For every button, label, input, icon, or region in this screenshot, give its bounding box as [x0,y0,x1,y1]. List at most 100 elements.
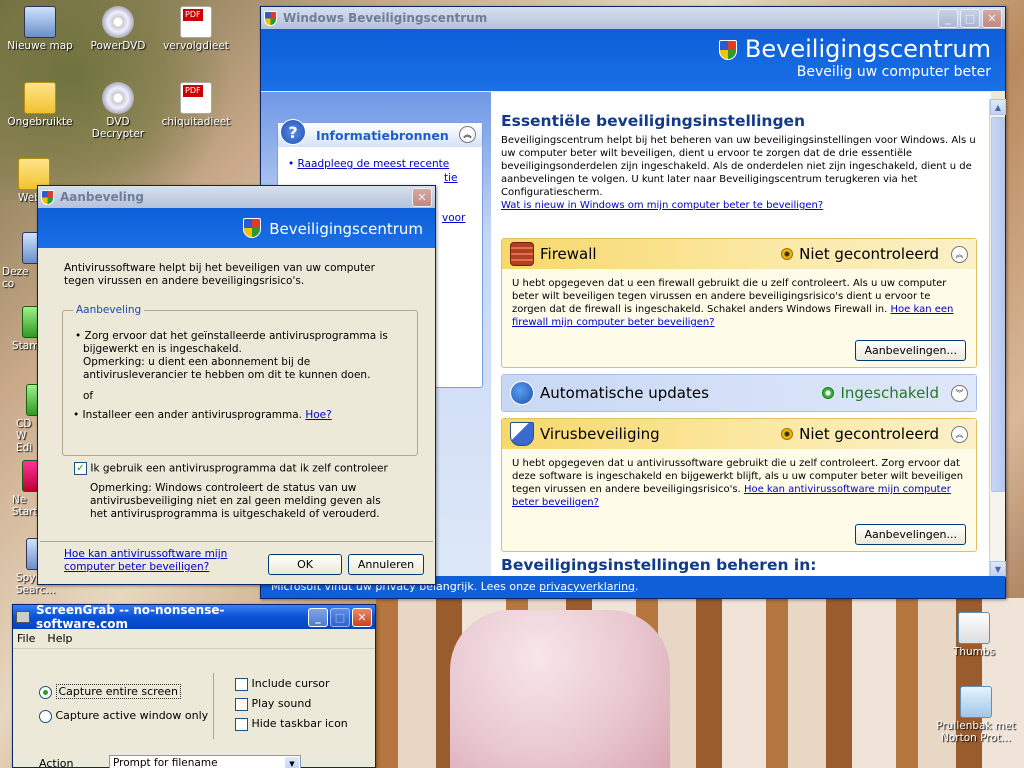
header-subtitle: Beveilig uw computer beter [796,64,991,80]
antivirus-help-link[interactable]: Hoe kan antivirussoftware mijn computer … [64,548,244,574]
desktop-icon-vervolgdieet[interactable]: vervolgdieet [158,6,234,52]
close-button[interactable]: ✕ [352,607,372,627]
chevron-down-icon[interactable]: ▼ [285,757,299,768]
collapse-chevron-icon[interactable]: ︽ [951,425,968,443]
security-shield-icon [718,40,737,60]
main-content: Essentiële beveiligingsinstellingen Beve… [501,92,979,576]
intro-text: Beveiligingscentrum helpt bij het behere… [501,135,976,211]
dvd-disc-icon [102,82,134,114]
desktop-icon-ne-start[interactable]: Ne Start [0,460,40,518]
menu-help[interactable]: Help [47,632,72,645]
close-button[interactable]: ✕ [412,187,432,207]
bullet-update: • Zorg ervoor dat het geïnstalleerde ant… [75,330,388,355]
desktop-icon-powerdvd[interactable]: PowerDVD [80,6,156,52]
note-windows: Opmerking: Windows controleert de status… [90,482,381,520]
cancel-button[interactable]: Annuleren [348,554,424,575]
vertical-scrollbar[interactable]: ▲ ▼ [989,99,1006,577]
menubar: File Help [13,629,375,649]
dvd-player-icon [102,6,134,38]
main-title: Essentiële beveiligingsinstellingen [501,112,806,130]
desktop-icon-nieuwe-map[interactable]: Nieuwe map [2,6,78,52]
screengrab-window: ScreenGrab -- no-nonsense-software.com _… [12,603,376,768]
firewall-status: Niet gecontroleerd [781,245,939,263]
security-shield-icon [41,189,54,205]
maximize-button[interactable]: □ [330,607,350,627]
play-sound-checkbox[interactable]: Play sound [235,697,311,711]
manage-settings-title: Beveiligingsinstellingen beheren in: [501,556,817,574]
menu-file[interactable]: File [17,632,35,645]
capture-entire-radio[interactable]: Capture entire screen [39,684,181,699]
capture-window-radio[interactable]: Capture active window only [39,709,208,723]
security-center-titlebar[interactable]: Windows Beveiligingscentrum _ □ ✕ [261,7,1005,29]
header-title: Beveiligingscentrum [261,35,991,63]
hide-taskbar-checkbox[interactable]: Hide taskbar icon [235,717,348,731]
bullet-install: • Installeer een ander antivirusprogramm… [73,409,332,421]
minimize-button[interactable]: _ [938,8,958,28]
checkbox-unchecked-icon[interactable] [235,717,248,731]
firewall-header[interactable]: Firewall Niet gecontroleerd ︽ [502,239,976,269]
scroll-thumb[interactable] [991,117,1005,492]
photo-folder-icon [24,6,56,38]
screengrab-app-icon [16,611,30,623]
pdf-file-icon [180,6,212,38]
ok-button[interactable]: OK [268,554,342,575]
how-link[interactable]: Hoe? [305,409,331,421]
virus-panel: Virusbeveiliging Niet gecontroleerd ︽ U … [501,418,977,552]
pdf-file-icon [180,82,212,114]
checkbox-checked-icon[interactable]: ✓ [74,462,87,475]
radio-unselected-icon[interactable] [39,709,52,723]
maximize-button[interactable]: □ [960,8,980,28]
checkbox-unchecked-icon[interactable] [235,677,248,691]
desktop-icon-spyl[interactable]: Spyl Searc... [0,538,55,596]
folder-icon [24,82,56,114]
security-center-header: Beveiligingscentrum Beveilig uw computer… [261,29,1005,91]
wallpaper-baby [450,610,670,768]
status-ok-icon [822,387,835,399]
desktop-icon-thumbs[interactable]: Thumbs [936,612,1012,658]
desktop-icon-cd-w[interactable]: CD W Edi [0,384,44,454]
expand-chevron-icon[interactable]: ︾ [951,384,968,402]
action-label: Action [39,757,74,768]
minimize-button[interactable]: _ [308,607,328,627]
desktop-icon-dvd-decrypter[interactable]: DVD Decrypter [80,82,156,140]
radio-selected-icon[interactable] [39,685,52,699]
self-monitor-checkbox[interactable]: ✓ Ik gebruik een antivirusprogramma dat … [74,462,388,476]
include-cursor-checkbox[interactable]: Include cursor [235,677,330,691]
firewall-description: U hebt opgegeven dat u een firewall gebr… [512,278,954,328]
note-subscription: Opmerking: u dient een abonnement bij de… [83,356,371,381]
info-link-fragment[interactable]: tie [288,171,482,185]
globe-update-icon [510,381,534,405]
scroll-up-icon[interactable]: ▲ [990,99,1006,115]
scroll-down-icon[interactable]: ▼ [990,561,1006,577]
security-shield-icon [264,10,277,26]
desktop-icon-web[interactable]: Web [2,158,50,204]
updates-header[interactable]: Automatische updates Ingeschakeld ︾ [502,375,976,411]
or-text: of [83,390,94,402]
recommendation-titlebar[interactable]: Aanbeveling ✕ [38,186,435,208]
desktop-icon-deze-computer[interactable]: Deze co [0,232,40,290]
close-button[interactable]: ✕ [982,8,1002,28]
firewall-brick-icon [510,242,534,266]
checkbox-unchecked-icon[interactable] [235,697,248,711]
updates-status: Ingeschakeld [822,384,939,402]
dialog-banner: Beveiligingscentrum [38,208,435,248]
firewall-recommendations-button[interactable]: Aanbevelingen... [855,340,966,361]
desktop-icon-chiquitadieet[interactable]: chiquitadieet [158,82,234,128]
help-question-icon: ? [280,119,306,145]
virus-header[interactable]: Virusbeveiliging Niet gecontroleerd ︽ [502,419,976,449]
info-link-recent[interactable]: • Raadpleeg de meest recente [288,157,482,171]
desktop-icon-ongebruikte[interactable]: Ongebruikte [2,82,78,128]
updates-panel: Automatische updates Ingeschakeld ︾ [501,374,977,412]
privacy-link[interactable]: privacyverklaring [539,580,635,593]
action-select[interactable]: Prompt for filename ▼ [109,755,301,768]
desktop-icon-stam[interactable]: Stam [0,306,40,352]
screengrab-titlebar[interactable]: ScreenGrab -- no-nonsense-software.com _… [13,603,375,631]
whats-new-link[interactable]: Wat is nieuw in Windows om mijn computer… [501,200,823,211]
virus-recommendations-button[interactable]: Aanbevelingen... [855,524,966,545]
collapse-chevron-icon[interactable]: ︽ [459,126,476,143]
info-resources-header[interactable]: ? Informatiebronnen ︽ [278,119,482,147]
collapse-chevron-icon[interactable]: ︽ [951,245,968,263]
desktop-icon-prullenbak[interactable]: Prullenbak met Norton Prot... [936,686,1016,744]
virus-description: U hebt opgegeven dat u antivirussoftware… [512,458,964,508]
virus-shield-icon [510,422,534,446]
